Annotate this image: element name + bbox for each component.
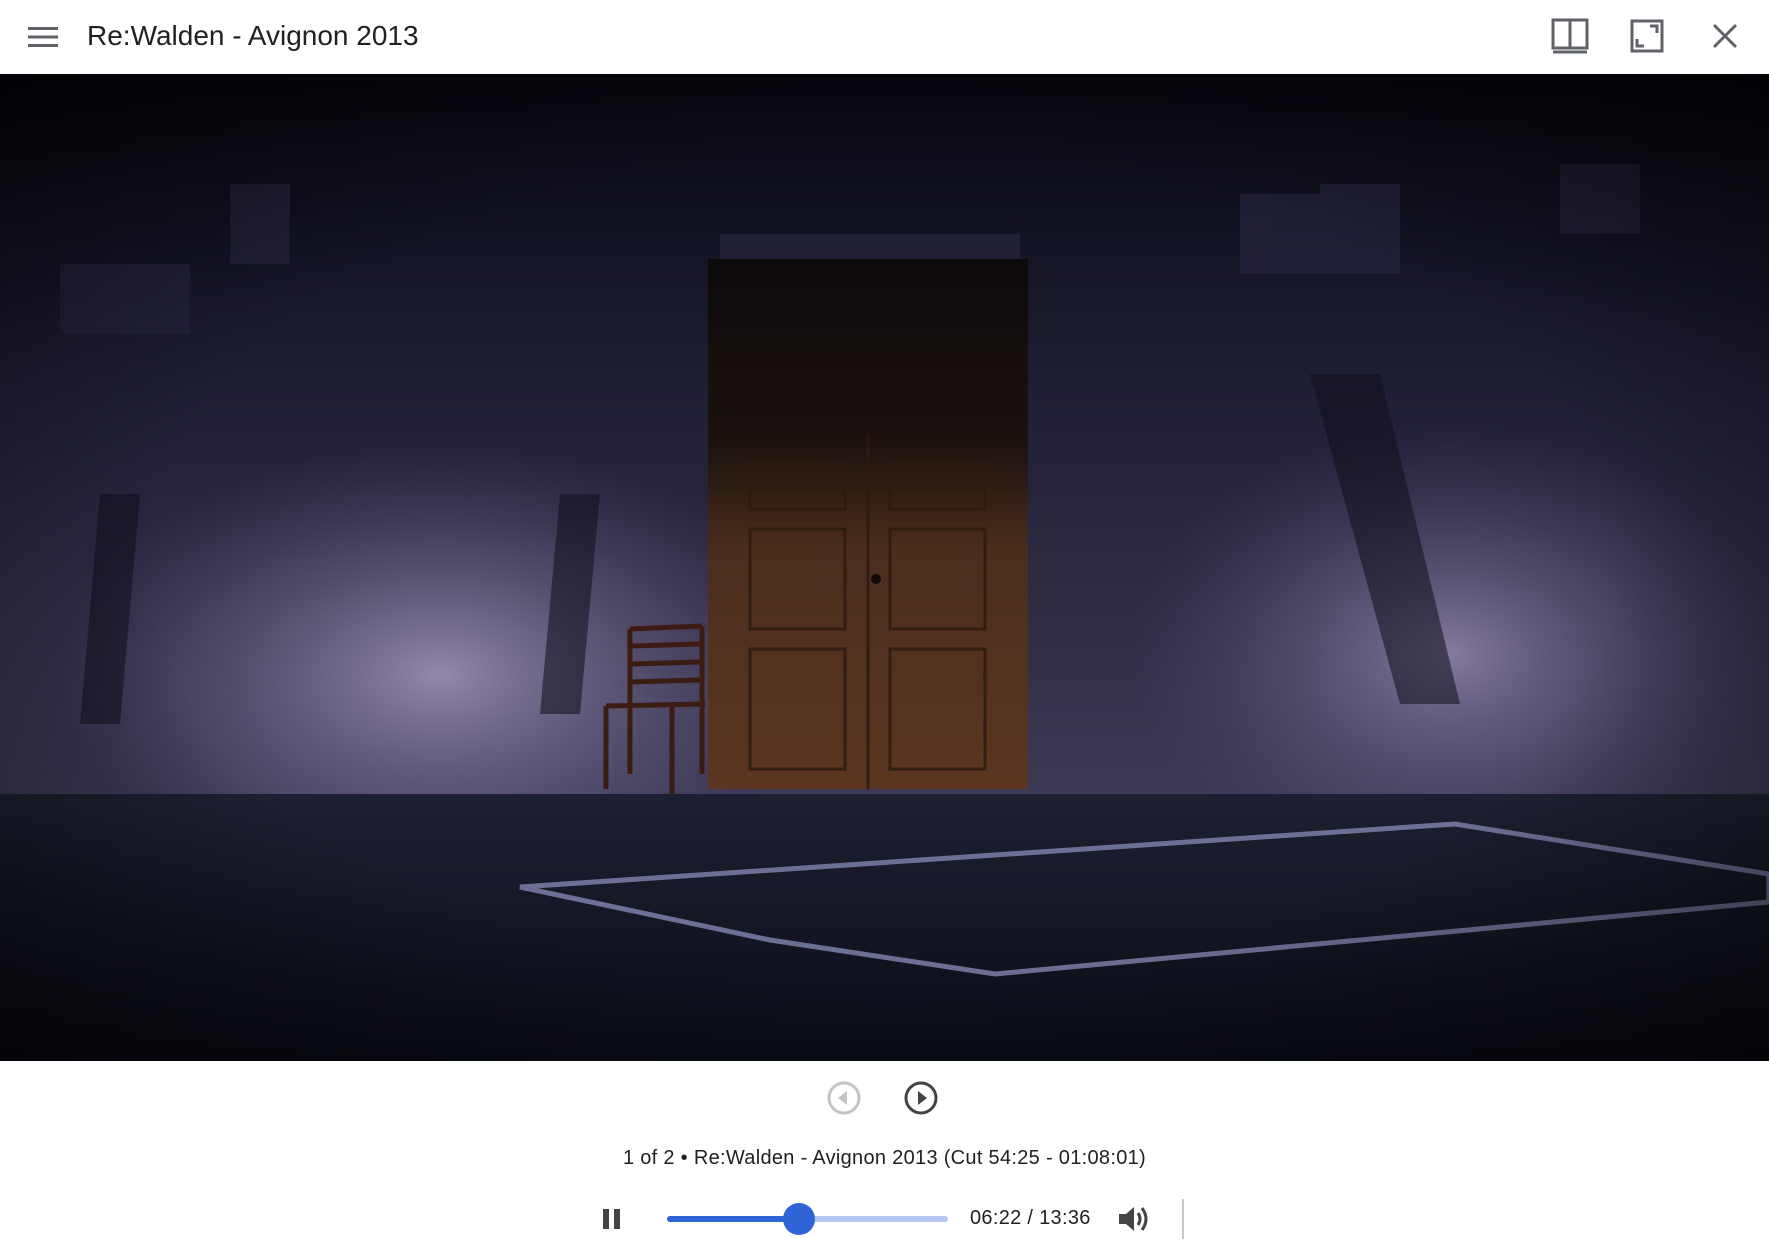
previous-button[interactable]: [824, 1078, 864, 1118]
fullscreen-icon: [1630, 19, 1664, 53]
pause-icon: [603, 1209, 620, 1229]
video-viewer[interactable]: [0, 74, 1769, 1061]
media-navigation: [0, 1078, 1769, 1118]
fullscreen-button[interactable]: [1625, 14, 1669, 58]
header-bar: Re:Walden - Avignon 2013: [0, 0, 1769, 74]
progress-slider[interactable]: [667, 1203, 948, 1235]
menu-button[interactable]: [22, 17, 64, 57]
split-view-icon: [1551, 18, 1589, 54]
progress-fill: [667, 1216, 799, 1222]
time-display: 06:22 / 13:36: [970, 1207, 1091, 1229]
previous-icon: [827, 1081, 861, 1115]
close-button[interactable]: [1703, 14, 1747, 58]
split-view-button[interactable]: [1548, 14, 1592, 58]
controls-divider: [1182, 1199, 1184, 1239]
next-icon: [904, 1081, 938, 1115]
progress-thumb[interactable]: [782, 1203, 815, 1235]
pause-button[interactable]: [592, 1199, 632, 1239]
video-frame: [0, 74, 1769, 1061]
next-button[interactable]: [901, 1078, 941, 1118]
menu-icon: [28, 27, 58, 47]
volume-icon: [1119, 1207, 1148, 1231]
close-icon: [1712, 23, 1738, 49]
volume-button[interactable]: [1112, 1199, 1156, 1239]
player-controls: 06:22 / 13:36: [0, 1195, 1769, 1247]
page-title: Re:Walden - Avignon 2013: [87, 20, 419, 51]
media-caption: 1 of 2 • Re:Walden - Avignon 2013 (Cut 5…: [622, 1147, 1146, 1169]
